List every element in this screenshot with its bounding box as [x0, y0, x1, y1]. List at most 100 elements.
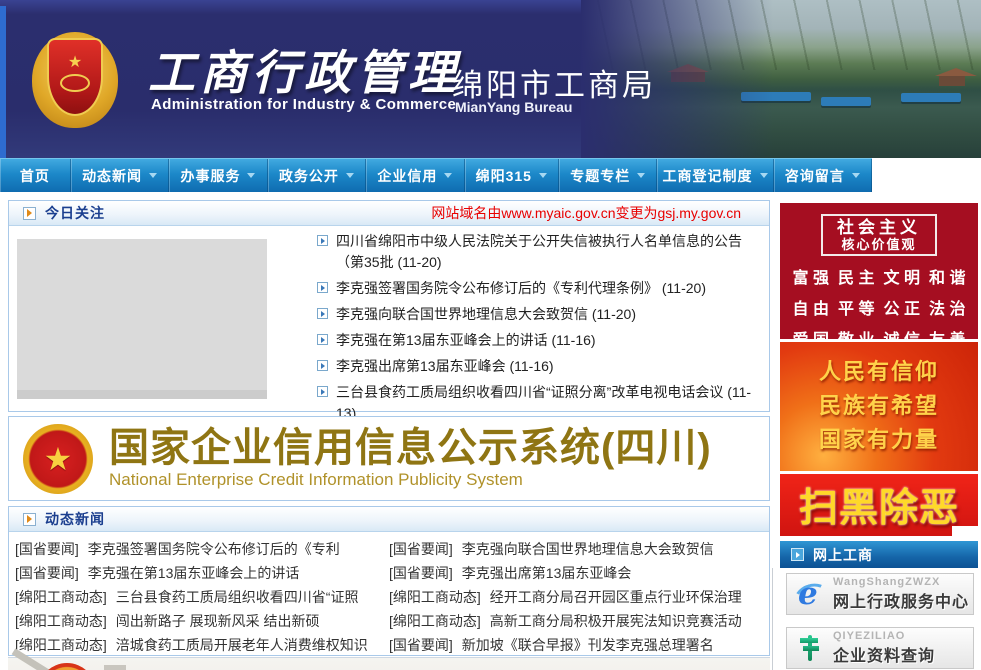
dynamic-news-panel: 动态新闻 [国省要闻]李克强签署国务院令公布修订后的《专利 [国省要闻] 李克强在…: [8, 506, 770, 656]
values-word: 平 等: [834, 295, 880, 319]
credit-system-banner[interactable]: ★ 国家企业信用信息公示系统(四川) National Enterprise C…: [8, 416, 770, 501]
news-title: 李克强向联合国世界地理信息大会致贺信: [462, 541, 714, 557]
arrow-bullet-icon: [23, 513, 36, 526]
today-focus-header: 今日关注 网站域名由www.myaic.gov.cn变更为gsj.my.gov.…: [9, 201, 769, 226]
ie-browser-icon: e: [793, 577, 827, 611]
today-focus-panel: 今日关注 网站域名由www.myaic.gov.cn变更为gsj.my.gov.…: [8, 200, 770, 412]
news-row[interactable]: [国省要闻]李克强签署国务院令公布修订后的《专利: [15, 537, 389, 561]
news-category: [绵阳工商动态]: [389, 613, 481, 629]
arrow-bullet-icon: [317, 334, 328, 345]
news-date: (11-16): [551, 332, 595, 348]
nav-item-registration[interactable]: 工商登记制度: [657, 159, 773, 192]
chevron-down-icon: [346, 173, 354, 178]
arrow-bullet-icon: [317, 360, 328, 371]
values-word: 自 由: [788, 295, 834, 319]
nav-item-consultation[interactable]: 咨询留言: [774, 159, 872, 192]
chevron-down-icon: [149, 173, 157, 178]
arrow-bullet-icon: [317, 235, 328, 246]
sweep-banner-text: 扫黑除恶: [799, 477, 959, 533]
pavilion-shape: [671, 72, 705, 82]
dynamic-news-header: 动态新闻: [9, 507, 769, 532]
nav-label: 绵阳315: [476, 166, 532, 186]
news-date: (11-20): [662, 280, 706, 296]
online-admin-service-button[interactable]: e WangShangZWZX 网上行政服务中心: [786, 573, 974, 615]
button-text: QIYEZILIAO 企业资料查询: [833, 630, 935, 666]
chevron-down-icon: [444, 173, 452, 178]
focus-news-item[interactable]: 李克强向联合国世界地理信息大会致贺信 (11-20): [317, 304, 763, 325]
news-category: [国省要闻]: [389, 541, 453, 557]
values-word: 民 主: [834, 264, 880, 288]
focus-news-item[interactable]: 李克强签署国务院令公布修订后的《专利代理条例》 (11-20): [317, 278, 763, 299]
news-date: (11-20): [397, 254, 441, 270]
news-title: 闯出新路子 展现新风采 结出新硕: [116, 613, 320, 629]
news-category: [国省要闻]: [389, 565, 453, 581]
news-title: 新加坡《联合早报》刊发李克强总理署名: [462, 637, 714, 653]
news-title: 经开工商分局召开园区重点行业环保治理: [490, 589, 742, 605]
pavilion-shape: [939, 76, 965, 86]
nav-item-special-topics[interactable]: 专题专栏: [559, 159, 657, 192]
nav-bar: 首页 动态新闻 办事服务 政务公开 企业信用 绵阳315 专题专栏 工商登记制度…: [0, 158, 872, 192]
news-row[interactable]: [绵阳工商动态]涪城食药工质局开展老年人消费维权知识: [15, 633, 389, 657]
values-grid: 富 强 民 主 文 明 和 谐 自 由 平 等 公 正 法 治 爱 国 敬 业 …: [780, 260, 978, 350]
enterprise-data-query-button[interactable]: QIYEZILIAO 企业资料查询: [786, 627, 974, 669]
site-header: 工商行政管理 Administration for Industry & Com…: [0, 0, 981, 158]
boat-shape: [821, 97, 871, 106]
stamp-line2: 核心价值观: [825, 237, 933, 252]
nav-item-enterprise-credit[interactable]: 企业信用: [366, 159, 464, 192]
chevron-down-icon: [539, 173, 547, 178]
nav-item-mianyang315[interactable]: 绵阳315: [465, 159, 559, 192]
news-category: [绵阳工商动态]: [389, 589, 481, 605]
news-row[interactable]: [国省要闻] 李克强出席第13届东亚峰会: [389, 561, 763, 585]
nav-label: 动态新闻: [82, 166, 142, 186]
news-row[interactable]: [绵阳工商动态] 经开工商分局召开园区重点行业环保治理: [389, 585, 763, 609]
faith-line: 国家有力量: [780, 423, 978, 457]
news-date: (11-20): [592, 306, 636, 322]
nav-item-news[interactable]: 动态新闻: [71, 159, 169, 192]
core-values-banner[interactable]: 社会主义 核心价值观 富 强 民 主 文 明 和 谐 自 由 平 等 公 正 法…: [780, 203, 978, 339]
news-row[interactable]: [绵阳工商动态] 闯出新路子 展现新风采 结出新硕: [15, 609, 389, 633]
news-category: [国省要闻]: [15, 565, 79, 581]
domain-change-notice: 网站域名由www.myaic.gov.cn变更为gsj.my.gov.cn: [431, 203, 741, 223]
news-category: [绵阳工商动态]: [15, 589, 107, 605]
site-title: 工商行政管理: [148, 34, 460, 103]
focus-news-item[interactable]: 四川省绵阳市中级人民法院关于公开失信被执行人名单信息的公告（第35批 (11-2…: [317, 231, 763, 273]
focus-news-item[interactable]: 李克强在第13届东亚峰会上的讲话 (11-16): [317, 330, 763, 351]
page: 工商行政管理 Administration for Industry & Com…: [0, 0, 981, 670]
news-row[interactable]: [绵阳工商动态] 高新工商分局积极开展宪法知识竞赛活动: [389, 609, 763, 633]
button-sublabel: QIYEZILIAO: [833, 630, 935, 642]
news-date: (11-16): [509, 358, 553, 374]
aic-emblem-logo: [32, 32, 118, 128]
chevron-down-icon: [637, 173, 645, 178]
focus-news-item[interactable]: 李克强出席第13届东亚峰会 (11-16): [317, 356, 763, 377]
header-left-accent: [0, 6, 6, 158]
chevron-down-icon: [247, 173, 255, 178]
nav-item-gov-affairs[interactable]: 政务公开: [268, 159, 366, 192]
news-category: [绵阳工商动态]: [15, 613, 107, 629]
credit-banner-title: 国家企业信用信息公示系统(四川): [109, 427, 712, 469]
faith-line: 人民有信仰: [780, 355, 978, 389]
news-category: [国省要闻]: [389, 637, 453, 653]
news-row[interactable]: [国省要闻] 李克强向联合国世界地理信息大会致贺信: [389, 537, 763, 561]
nav-label: 咨询留言: [785, 166, 845, 186]
news-row[interactable]: [国省要闻] 新加坡《联合早报》刊发李克强总理署名: [389, 633, 763, 657]
news-title: 李克强签署国务院令公布修订后的《专利代理条例》: [336, 280, 658, 296]
news-row[interactable]: [绵阳工商动态]三台县食药工质局组织收看四川省“证照: [15, 585, 389, 609]
focus-image-slideshow[interactable]: [17, 239, 267, 399]
news-row[interactable]: [国省要闻] 李克强在第13届东亚峰会上的讲话: [15, 561, 389, 585]
online-services-title: 网上工商: [813, 545, 873, 565]
sweep-crime-banner[interactable]: 扫黑除恶: [780, 474, 978, 536]
news-category: [国省要闻]: [15, 541, 79, 557]
online-services-header[interactable]: 网上工商: [780, 541, 978, 568]
news-title: 高新工商分局积极开展宪法知识竞赛活动: [490, 613, 742, 629]
news-title: 李克强出席第13届东亚峰会: [462, 565, 632, 581]
signpost-icon: [797, 633, 823, 663]
button-text: WangShangZWZX 网上行政服务中心: [833, 576, 969, 612]
nav-label: 办事服务: [180, 166, 240, 186]
faith-banner[interactable]: 人民有信仰 民族有希望 国家有力量: [780, 342, 978, 471]
nav-item-services[interactable]: 办事服务: [169, 159, 267, 192]
sidebar-divider: [772, 568, 773, 670]
news-title: 李克强向联合国世界地理信息大会致贺信: [336, 306, 588, 322]
news-title: 李克强在第13届东亚峰会上的讲话: [88, 565, 300, 581]
nav-item-home[interactable]: 首页: [0, 159, 71, 192]
chevron-down-icon: [760, 173, 768, 178]
